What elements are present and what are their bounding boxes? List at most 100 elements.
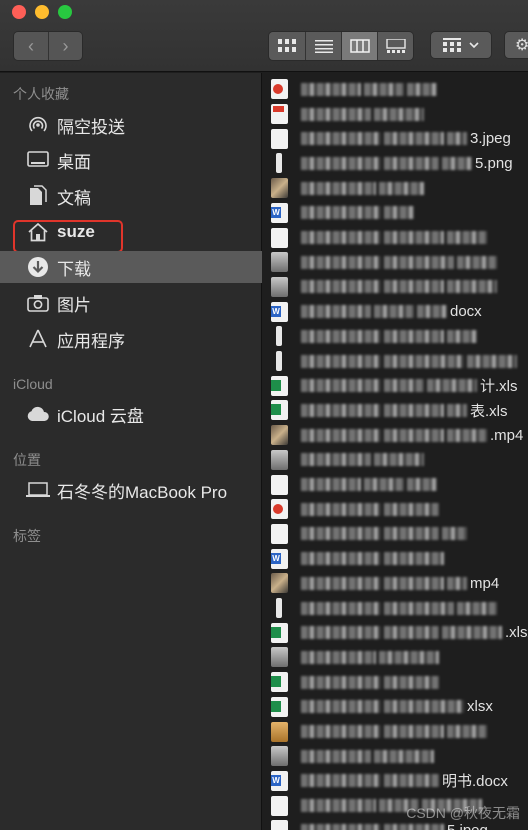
redacted-text (301, 206, 381, 220)
file-row[interactable] (263, 201, 528, 226)
sidebar-item-label: 下载 (57, 259, 91, 279)
redacted-text (301, 675, 381, 689)
redacted-text (301, 478, 361, 492)
ppt-file-icon (271, 104, 288, 125)
file-row[interactable] (263, 522, 528, 547)
file-name (301, 280, 528, 294)
laptop-icon (26, 478, 50, 502)
navigation-buttons: ‹ › (13, 31, 83, 61)
redacted-text (301, 601, 381, 615)
file-row[interactable] (263, 176, 528, 201)
redacted-text (384, 725, 444, 739)
sidebar-item-downloads[interactable]: 下载 (0, 251, 262, 283)
file-row[interactable] (263, 744, 528, 769)
img-file-icon (271, 252, 288, 273)
redacted-text (467, 354, 517, 368)
sidebar-item-airdrop[interactable]: 隔空投送 (0, 109, 262, 141)
close-window-button[interactable] (12, 5, 26, 19)
redacted-text (384, 675, 439, 689)
forward-button[interactable]: › (48, 32, 82, 60)
file-row[interactable]: mp4 (263, 571, 528, 596)
back-button[interactable]: ‹ (14, 32, 48, 60)
doc-file-icon (271, 128, 288, 149)
sidebar-item-desktop[interactable]: 桌面 (0, 144, 262, 176)
file-name (301, 725, 528, 739)
file-row[interactable]: .xlsx (263, 620, 528, 645)
doc-file-icon (271, 227, 288, 248)
redacted-text (301, 725, 381, 739)
file-extension: 计.xls (480, 378, 518, 396)
excel-file-icon (271, 400, 288, 421)
file-name (301, 749, 528, 763)
file-extension: .xlsx (505, 624, 528, 642)
file-row[interactable]: docx (263, 299, 528, 324)
action-button[interactable]: ⚙ (504, 31, 528, 59)
sidebar-item-documents[interactable]: 文稿 (0, 180, 262, 212)
redacted-text (417, 305, 447, 319)
file-name: 3.jpeg (301, 130, 528, 147)
redacted-text (374, 453, 424, 467)
maximize-window-button[interactable] (58, 5, 72, 19)
file-row[interactable] (263, 448, 528, 473)
file-row[interactable]: 明书.docx (263, 769, 528, 794)
file-row[interactable] (263, 77, 528, 102)
file-row[interactable] (263, 324, 528, 349)
file-row[interactable]: 计.xls (263, 373, 528, 398)
redacted-text (301, 255, 381, 269)
file-extension: docx (450, 303, 482, 321)
file-name: mp4 (301, 575, 528, 592)
redacted-text (301, 82, 361, 96)
excel-file-icon (271, 672, 288, 693)
file-row[interactable] (263, 102, 528, 127)
file-row[interactable] (263, 472, 528, 497)
redacted-text (301, 823, 381, 830)
sidebar-item-pictures[interactable]: 图片 (0, 287, 262, 319)
thin-file-icon (276, 351, 282, 372)
section-title-icloud: iCloud (13, 376, 53, 392)
redacted-text (447, 403, 467, 417)
cloud-icon (26, 402, 50, 426)
icon-view-button[interactable] (269, 32, 305, 60)
list-view-button[interactable] (305, 32, 341, 60)
file-row[interactable] (263, 546, 528, 571)
minimize-window-button[interactable] (35, 5, 49, 19)
group-by-button[interactable] (430, 31, 492, 59)
file-row[interactable] (263, 497, 528, 522)
gallery-view-button[interactable] (377, 32, 413, 60)
file-extension: 明书.docx (442, 773, 508, 791)
file-row[interactable]: .mp4 (263, 423, 528, 448)
file-row[interactable]: 3.jpeg (263, 126, 528, 151)
file-extension: 表.xls (470, 402, 508, 420)
redacted-text (384, 132, 444, 146)
column-view-button[interactable] (341, 32, 377, 60)
file-extension: 5.png (475, 154, 513, 172)
file-name (301, 181, 528, 195)
redacted-text (301, 527, 381, 541)
sidebar-item-applications[interactable]: 应用程序 (0, 323, 262, 355)
file-row[interactable] (263, 225, 528, 250)
airdrop-icon (26, 113, 50, 137)
file-name (301, 354, 528, 368)
thin-file-icon (276, 326, 282, 347)
annotation-highlight-box (13, 220, 123, 253)
file-row[interactable] (263, 275, 528, 300)
file-row[interactable] (263, 670, 528, 695)
file-row[interactable]: xlsx (263, 695, 528, 720)
file-row[interactable] (263, 645, 528, 670)
sidebar-item-macbook[interactable]: 石冬冬的MacBook Pro (0, 474, 262, 506)
file-row[interactable] (263, 719, 528, 744)
file-name (301, 206, 528, 220)
file-extension: xlsx (467, 698, 493, 716)
file-row[interactable]: 表.xls (263, 398, 528, 423)
redacted-text (301, 552, 381, 566)
sidebar-item-icloud-drive[interactable]: iCloud 云盘 (0, 398, 262, 430)
grid-icon (278, 39, 296, 52)
redacted-text (384, 601, 454, 615)
gallery-icon (385, 39, 406, 53)
file-row[interactable] (263, 250, 528, 275)
file-row[interactable] (263, 349, 528, 374)
redacted-text (374, 749, 434, 763)
file-row[interactable] (263, 596, 528, 621)
file-row[interactable]: 5.png (263, 151, 528, 176)
word-file-icon (271, 770, 288, 791)
